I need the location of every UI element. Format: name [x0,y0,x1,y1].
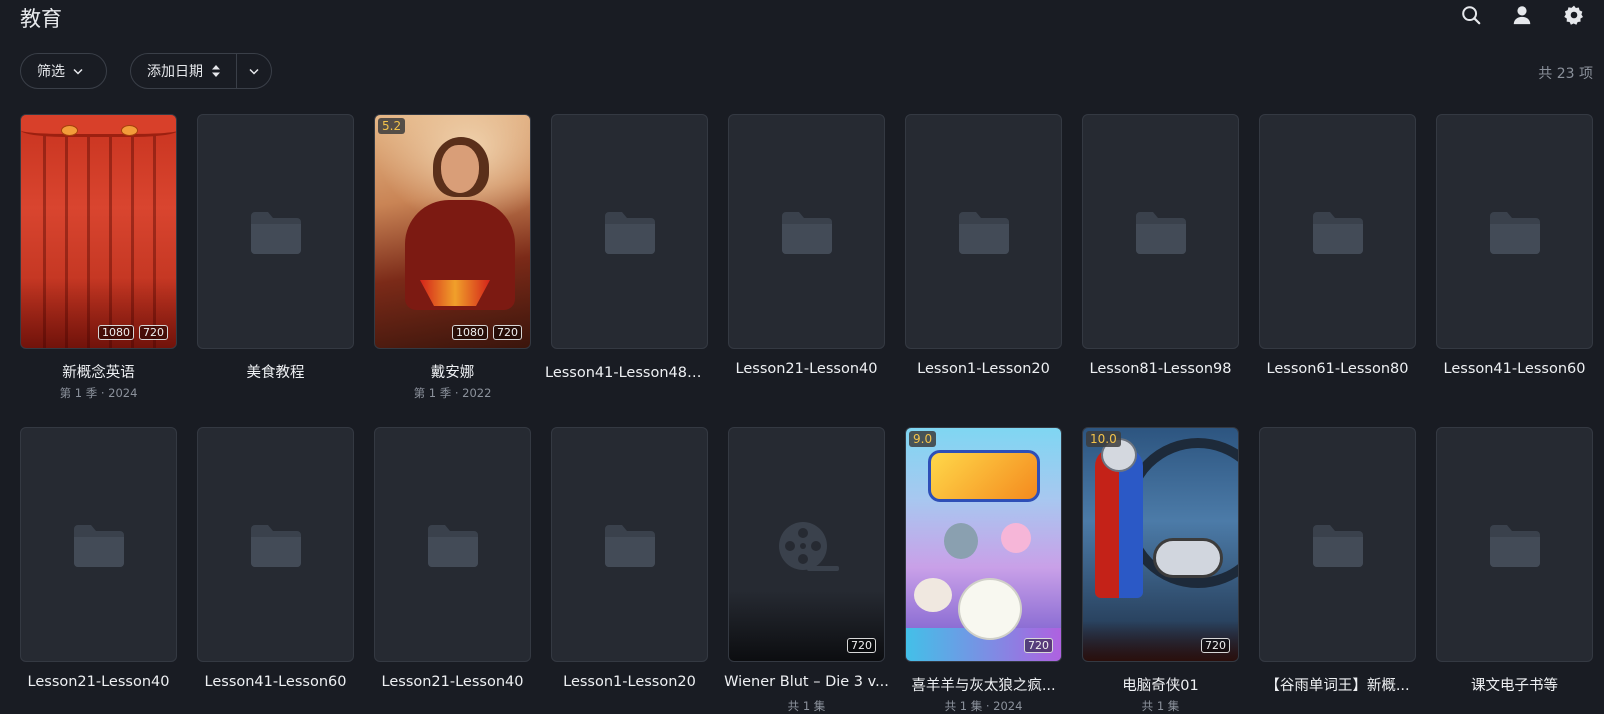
poster-image[interactable]: 720 [728,427,885,662]
card-subtitle: 共 1 集 [787,699,826,713]
card-title[interactable]: Lesson1-Lesson20 [899,361,1068,377]
poster-image[interactable]: 9.0 720 [905,427,1062,662]
card-title[interactable]: Lesson61-Lesson80 [1253,361,1422,377]
resolution-badge: 720 [847,638,876,653]
folder-icon [74,525,124,567]
user-icon[interactable] [1511,4,1533,26]
card-title[interactable]: Lesson41-Lesson48（... [545,361,714,382]
folder-icon [959,212,1009,254]
chevron-down-icon [249,68,259,75]
sort-dropdown-button[interactable] [237,54,271,88]
card-subtitle: 第 1 季 · 2022 [413,386,492,400]
resolution-badges: 1080 720 [452,325,522,340]
poster-image[interactable] [1259,427,1416,662]
resolution-badge: 1080 [98,325,134,340]
card-title[interactable]: 课文电子书等 [1430,674,1599,695]
film-reel-icon [779,522,839,571]
resolution-badges: 720 [1024,638,1053,653]
page-title: 教育 [20,7,62,31]
poster-image[interactable] [1259,114,1416,349]
poster-image[interactable] [551,427,708,662]
folder-icon [428,525,478,567]
poster-image[interactable] [20,427,177,662]
card-subtitle: 第 1 季 · 2024 [59,386,138,400]
filter-label: 筛选 [37,64,65,80]
card-title[interactable]: Lesson21-Lesson40 [14,674,183,690]
poster-image[interactable] [197,114,354,349]
sort-control: 添加日期 [130,53,272,89]
settings-icon[interactable] [1563,4,1585,26]
rating-badge: 5.2 [378,118,406,134]
folder-icon [1490,212,1540,254]
card-title[interactable]: Wiener Blut – Die 3 v... [722,674,891,690]
card-title[interactable]: Lesson1-Lesson20 [545,674,714,690]
card-title[interactable]: Lesson81-Lesson98 [1076,361,1245,377]
poster-image[interactable] [728,114,885,349]
poster-image[interactable] [197,427,354,662]
resolution-badge: 720 [1201,638,1230,653]
card-title[interactable]: 喜羊羊与灰太狼之疯... [899,674,1068,695]
card-subtitle: 共 1 集 [1141,699,1180,713]
resolution-badge: 720 [1024,638,1053,653]
card-title[interactable]: 新概念英语 [14,361,183,382]
rating-badge: 10.0 [1086,431,1121,447]
card-title[interactable]: Lesson21-Lesson40 [368,674,537,690]
sort-button[interactable]: 添加日期 [131,54,237,88]
folder-icon [605,525,655,567]
search-icon[interactable] [1460,4,1482,26]
poster-image[interactable] [1436,427,1593,662]
resolution-badges: 720 [1201,638,1230,653]
folder-icon [1313,212,1363,254]
resolution-badges: 720 [847,638,876,653]
folder-icon [1313,525,1363,567]
card-title[interactable]: 电脑奇侠01 [1076,674,1245,695]
card-title[interactable]: 【谷雨单词王】新概... [1253,674,1422,695]
toolbar: 筛选 添加日期 共 23 项 [0,53,1604,90]
folder-icon [782,212,832,254]
poster-image[interactable]: 10.0 720 [1082,427,1239,662]
poster-image[interactable] [551,114,708,349]
card-title[interactable]: Lesson41-Lesson60 [1430,361,1599,377]
folder-icon [605,212,655,254]
sort-label: 添加日期 [147,64,203,80]
poster-image[interactable]: 1080 720 [20,114,177,349]
card-title[interactable]: 美食教程 [191,361,360,382]
poster-image[interactable] [1082,114,1239,349]
poster-image[interactable] [1436,114,1593,349]
item-count: 共 23 项 [1538,66,1593,82]
card-title[interactable]: Lesson41-Lesson60 [191,674,360,690]
resolution-badge: 1080 [452,325,488,340]
poster-image[interactable] [905,114,1062,349]
card-title[interactable]: Lesson21-Lesson40 [722,361,891,377]
folder-icon [251,525,301,567]
resolution-badge: 720 [139,325,168,340]
folder-icon [1136,212,1186,254]
top-bar: 教育 [0,0,1604,34]
resolution-badges: 1080 720 [98,325,168,340]
card-title[interactable]: 戴安娜 [368,361,537,382]
rating-badge: 9.0 [909,431,937,447]
card-subtitle: 共 1 集 · 2024 [944,699,1023,713]
sort-order-icon [212,65,220,77]
poster-image[interactable]: 5.2 1080 720 [374,114,531,349]
folder-icon [251,212,301,254]
poster-image[interactable] [374,427,531,662]
resolution-badge: 720 [493,325,522,340]
folder-icon [1490,525,1540,567]
chevron-down-icon [73,68,83,75]
filter-button[interactable]: 筛选 [20,53,107,89]
